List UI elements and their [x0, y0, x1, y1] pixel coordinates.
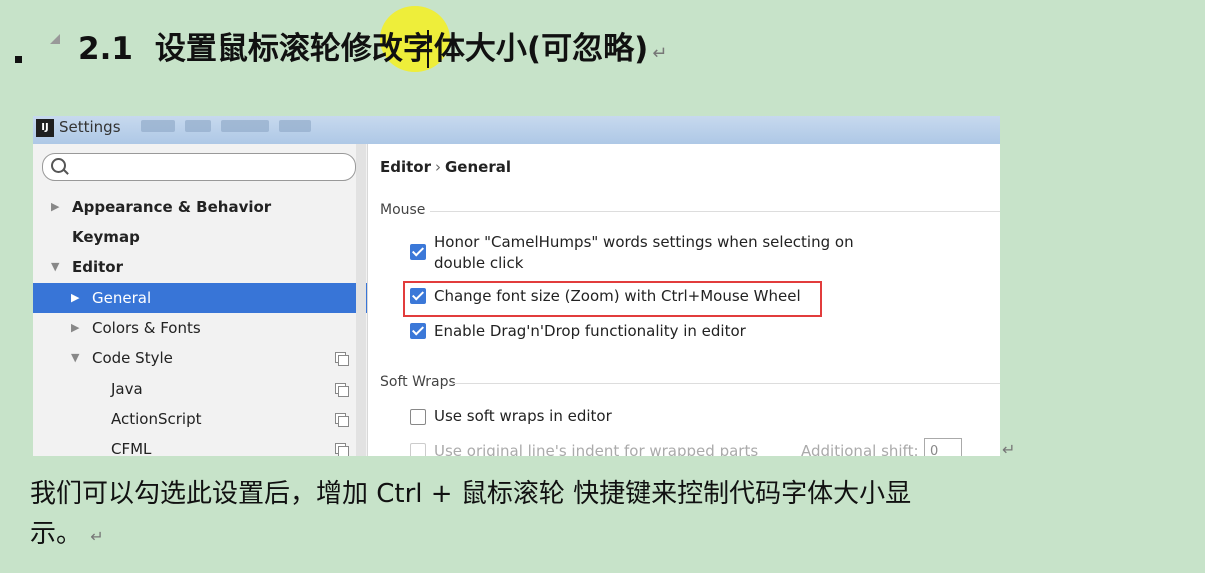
settings-window-screenshot: IJ Settings ▶ Appearance & Behavior Keym… — [33, 116, 1000, 456]
tree-item-appearance-behavior[interactable]: ▶ Appearance & Behavior — [33, 192, 367, 222]
tree-item-general[interactable]: ▶ General — [33, 283, 367, 313]
list-bullet — [15, 56, 22, 63]
section-divider — [452, 383, 1000, 384]
sidebar-scrollbar[interactable] — [356, 144, 366, 456]
settings-search-input[interactable] — [42, 153, 356, 181]
checkbox-original-indent[interactable] — [410, 443, 426, 456]
collapse-arrow-icon[interactable]: ▼ — [51, 252, 59, 282]
tree-item-label: General — [92, 289, 152, 307]
option-camelhumps-line1: Honor "CamelHumps" words settings when s… — [434, 233, 854, 251]
checkbox-soft-wraps[interactable] — [410, 409, 426, 425]
tree-item-keymap[interactable]: Keymap — [33, 222, 367, 252]
checkbox-drag-drop[interactable] — [410, 323, 426, 339]
window-titlebar: IJ Settings — [33, 116, 1000, 144]
option-camelhumps-line2: double click — [434, 254, 524, 272]
heading-title: 设置鼠标滚轮修改字体大小(可忽略) — [154, 31, 649, 67]
blurred-menu-item — [185, 120, 211, 132]
expand-arrow-icon[interactable]: ▶ — [71, 283, 79, 313]
tree-item-label: Code Style — [92, 349, 173, 367]
tree-item-actionscript[interactable]: ActionScript — [33, 404, 367, 434]
project-copy-icon — [335, 352, 349, 366]
collapse-arrow-icon[interactable]: ▼ — [71, 343, 79, 373]
intellij-logo-icon: IJ — [36, 119, 54, 137]
paragraph-line2: 示。 — [30, 519, 83, 549]
breadcrumb-parent: Editor — [380, 158, 431, 176]
zoom-option-highlight-box — [403, 281, 822, 317]
section-divider — [430, 211, 1000, 212]
project-copy-icon — [335, 443, 349, 456]
option-camelhumps-label: Honor "CamelHumps" words settings when s… — [434, 232, 854, 274]
tree-item-label: Keymap — [72, 228, 140, 246]
tree-item-java[interactable]: Java — [33, 374, 367, 404]
settings-sidebar: ▶ Appearance & Behavior Keymap ▼ Editor … — [33, 144, 368, 456]
option-drag-drop-label: Enable Drag'n'Drop functionality in edit… — [434, 322, 746, 340]
project-copy-icon — [335, 413, 349, 427]
additional-shift-input[interactable]: 0 — [924, 438, 962, 456]
expand-arrow-icon[interactable]: ▶ — [51, 192, 59, 222]
tree-item-cfml[interactable]: CFML — [33, 434, 367, 456]
search-icon — [51, 158, 66, 173]
blurred-menu-bar — [141, 120, 311, 132]
paragraph-line1: 我们可以勾选此设置后，增加 Ctrl + 鼠标滚轮 快捷键来控制代码字体大小显 — [30, 479, 912, 509]
blurred-menu-item — [279, 120, 311, 132]
breadcrumb: Editor › General — [380, 158, 511, 176]
section-label-soft-wraps: Soft Wraps — [380, 374, 456, 390]
tree-item-label: Editor — [72, 258, 123, 276]
paragraph-corner-mark — [50, 34, 60, 44]
description-paragraph: 我们可以勾选此设置后，增加 Ctrl + 鼠标滚轮 快捷键来控制代码字体大小显 … — [30, 474, 1160, 557]
breadcrumb-current: General — [445, 158, 511, 176]
additional-shift-label: Additional shift: — [801, 442, 919, 456]
section-heading: 2.1 设置鼠标滚轮修改字体大小(可忽略) ↵ — [78, 24, 667, 74]
tree-item-label: Appearance & Behavior — [72, 198, 272, 216]
section-label-mouse: Mouse — [380, 202, 426, 218]
tree-item-label: ActionScript — [111, 410, 202, 428]
tree-item-label: Colors & Fonts — [92, 319, 201, 337]
heading-return-mark: ↵ — [652, 43, 668, 64]
tree-item-code-style[interactable]: ▼ Code Style — [33, 343, 367, 373]
tree-item-editor[interactable]: ▼ Editor — [33, 252, 367, 282]
tree-item-label: CFML — [111, 440, 152, 456]
heading-number: 2.1 — [78, 31, 133, 67]
window-title: Settings — [59, 118, 121, 136]
blurred-menu-item — [141, 120, 175, 132]
tree-item-colors-fonts[interactable]: ▶ Colors & Fonts — [33, 313, 367, 343]
breadcrumb-separator: › — [435, 158, 441, 176]
tree-item-label: Java — [111, 380, 143, 398]
option-soft-wraps-label: Use soft wraps in editor — [434, 407, 612, 425]
image-return-mark: ↵ — [1002, 440, 1016, 459]
text-cursor — [427, 30, 429, 68]
project-copy-icon — [335, 383, 349, 397]
paragraph-return-mark: ↵ — [90, 527, 104, 546]
expand-arrow-icon[interactable]: ▶ — [71, 313, 79, 343]
blurred-menu-item — [221, 120, 269, 132]
option-original-indent-label: Use original line's indent for wrapped p… — [434, 442, 759, 456]
checkbox-camelhumps[interactable] — [410, 244, 426, 260]
